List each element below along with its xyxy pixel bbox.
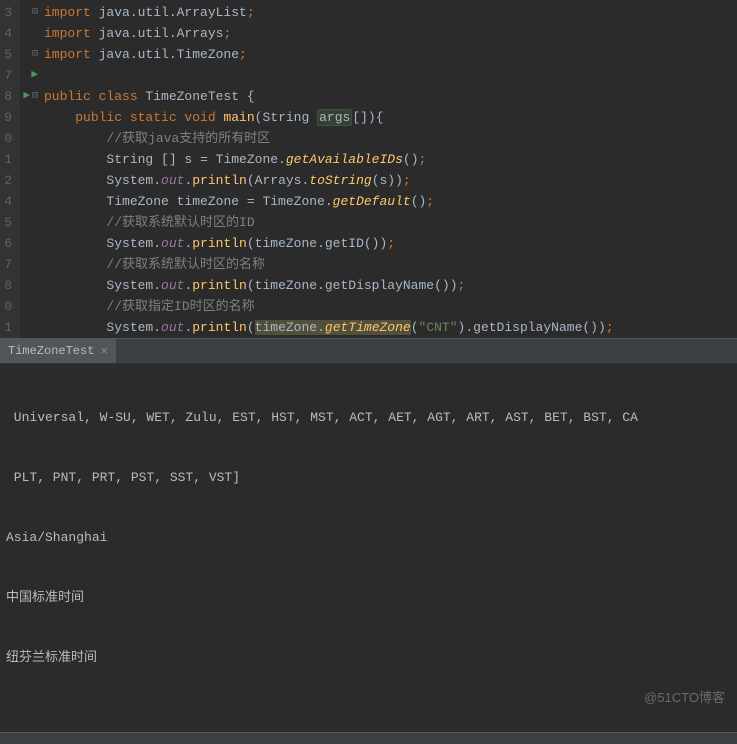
line-number: 8 <box>0 275 12 296</box>
line-number: 7 <box>0 254 12 275</box>
line-number: 0 <box>0 296 12 317</box>
code-line: TimeZone timeZone = TimeZone.getDefault(… <box>44 191 737 212</box>
line-number: 8 <box>0 86 12 107</box>
code-line: //获取系统默认时区的名称 <box>44 254 737 275</box>
line-number: 9 <box>0 107 12 128</box>
code-line: System.out.println(timeZone.getID()); <box>44 233 737 254</box>
code-line: import java.util.ArrayList; <box>44 2 737 23</box>
gutter: 3⊟ 4 5⊟ 7▶ 8▶⊟ 9 0 1 2 4 5 6 7 8 0 1 2⊟ … <box>0 0 20 338</box>
console-line: 中国标准时间 <box>6 588 731 608</box>
run-icon[interactable]: ▶ <box>23 86 30 107</box>
fold-icon[interactable]: ⊟ <box>32 2 38 23</box>
console-tab[interactable]: TimeZoneTest × <box>0 339 116 363</box>
code-line: //获取java支持的所有时区 <box>44 128 737 149</box>
code-line: import java.util.Arrays; <box>44 23 737 44</box>
console-line: 纽芬兰标准时间 <box>6 648 731 668</box>
console-tabs: TimeZoneTest × <box>0 339 737 364</box>
close-icon[interactable]: × <box>100 344 108 359</box>
code-area[interactable]: import java.util.ArrayList; import java.… <box>20 0 737 338</box>
code-line: System.out.println(Arrays.toString(s)); <box>44 170 737 191</box>
line-number: 3 <box>0 2 12 23</box>
code-line: System.out.println(timeZone.getTimeZone(… <box>44 317 737 338</box>
line-number: 6 <box>0 233 12 254</box>
code-line: public static void main(String args[]){ <box>44 107 737 128</box>
console-line: Asia/Shanghai <box>6 528 731 548</box>
code-line: import java.util.TimeZone; <box>44 44 737 65</box>
console-panel: TimeZoneTest × Universal, W-SU, WET, Zul… <box>0 338 737 744</box>
status-bar <box>0 732 737 744</box>
line-number: 2 <box>0 170 12 191</box>
line-number: 5 <box>0 44 12 65</box>
line-number: 0 <box>0 128 12 149</box>
code-line: //获取系统默认时区的ID <box>44 212 737 233</box>
line-number: 1 <box>0 149 12 170</box>
editor-container: 3⊟ 4 5⊟ 7▶ 8▶⊟ 9 0 1 2 4 5 6 7 8 0 1 2⊟ … <box>0 0 737 338</box>
line-number: 7 <box>0 65 12 86</box>
console-line: PLT, PNT, PRT, PST, SST, VST] <box>6 468 731 488</box>
run-icon[interactable]: ▶ <box>31 65 38 86</box>
watermark: @51CTO博客 <box>644 688 725 708</box>
console-line: Universal, W-SU, WET, Zulu, EST, HST, MS… <box>6 408 731 428</box>
code-line: System.out.println(timeZone.getDisplayNa… <box>44 275 737 296</box>
code-line: String [] s = TimeZone.getAvailableIDs()… <box>44 149 737 170</box>
fold-icon[interactable]: ⊟ <box>32 86 38 107</box>
line-number: 1 <box>0 317 12 338</box>
code-line: public class TimeZoneTest { <box>44 86 737 107</box>
line-number: 5 <box>0 212 12 233</box>
console-tab-label: TimeZoneTest <box>8 344 94 358</box>
code-line <box>44 65 737 86</box>
console-output[interactable]: Universal, W-SU, WET, Zulu, EST, HST, MS… <box>0 364 737 732</box>
code-line: //获取指定ID时区的名称 <box>44 296 737 317</box>
line-number: 4 <box>0 191 12 212</box>
line-number: 4 <box>0 23 12 44</box>
fold-icon[interactable]: ⊟ <box>32 44 38 65</box>
